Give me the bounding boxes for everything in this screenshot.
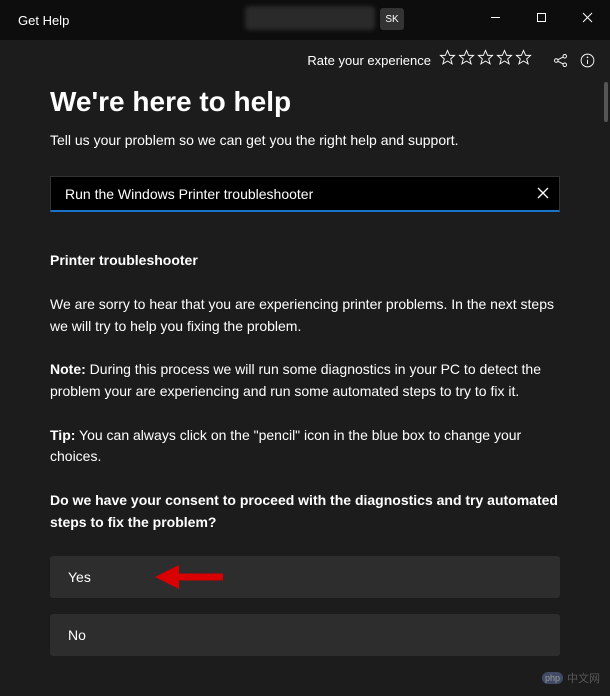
star-icon[interactable]	[458, 49, 475, 71]
page-subtitle: Tell us your problem so we can get you t…	[50, 132, 560, 148]
toolbar: Rate your experience	[0, 40, 610, 80]
titlebar: Get Help SK	[0, 0, 610, 40]
clear-search-button[interactable]	[537, 186, 549, 202]
yes-button[interactable]: Yes	[50, 556, 560, 598]
content-area: We're here to help Tell us your problem …	[0, 80, 610, 696]
minimize-button[interactable]	[472, 0, 518, 34]
share-icon	[552, 52, 569, 69]
x-icon	[537, 187, 549, 199]
close-button[interactable]	[564, 0, 610, 34]
window-controls	[472, 0, 610, 34]
window-title: Get Help	[18, 13, 69, 28]
consent-question: Do we have your consent to proceed with …	[50, 490, 560, 533]
tip-label: Tip:	[50, 427, 75, 443]
tip-text: You can always click on the "pencil" ico…	[50, 427, 521, 465]
no-label: No	[68, 627, 86, 643]
scrollbar[interactable]	[604, 82, 608, 122]
watermark-text: 中文网	[567, 670, 600, 686]
share-button[interactable]	[552, 52, 569, 69]
yes-label: Yes	[68, 569, 91, 585]
info-button[interactable]	[579, 52, 596, 69]
watermark-logo: php	[542, 672, 563, 684]
no-button[interactable]: No	[50, 614, 560, 656]
search-box[interactable]	[50, 176, 560, 212]
section-title: Printer troubleshooter	[50, 252, 560, 268]
watermark: php 中文网	[542, 670, 600, 686]
minimize-icon	[490, 12, 501, 23]
note-text: During this process we will run some dia…	[50, 361, 541, 399]
tip-paragraph: Tip: You can always click on the "pencil…	[50, 425, 560, 468]
rate-label: Rate your experience	[307, 53, 431, 68]
note-label: Note:	[50, 361, 86, 377]
star-icon[interactable]	[496, 49, 513, 71]
maximize-icon	[536, 12, 547, 23]
star-icon[interactable]	[439, 49, 456, 71]
titlebar-search-blur	[245, 6, 375, 30]
page-heading: We're here to help	[50, 86, 560, 118]
arrow-icon	[155, 563, 225, 591]
info-icon	[579, 52, 596, 69]
close-icon	[582, 12, 593, 23]
star-icon[interactable]	[477, 49, 494, 71]
note-paragraph: Note: During this process we will run so…	[50, 359, 560, 402]
intro-paragraph: We are sorry to hear that you are experi…	[50, 294, 560, 337]
star-rating[interactable]	[439, 49, 532, 71]
star-icon[interactable]	[515, 49, 532, 71]
maximize-button[interactable]	[518, 0, 564, 34]
user-badge[interactable]: SK	[380, 8, 404, 30]
search-input[interactable]	[65, 186, 537, 202]
annotation-arrow	[155, 563, 225, 591]
